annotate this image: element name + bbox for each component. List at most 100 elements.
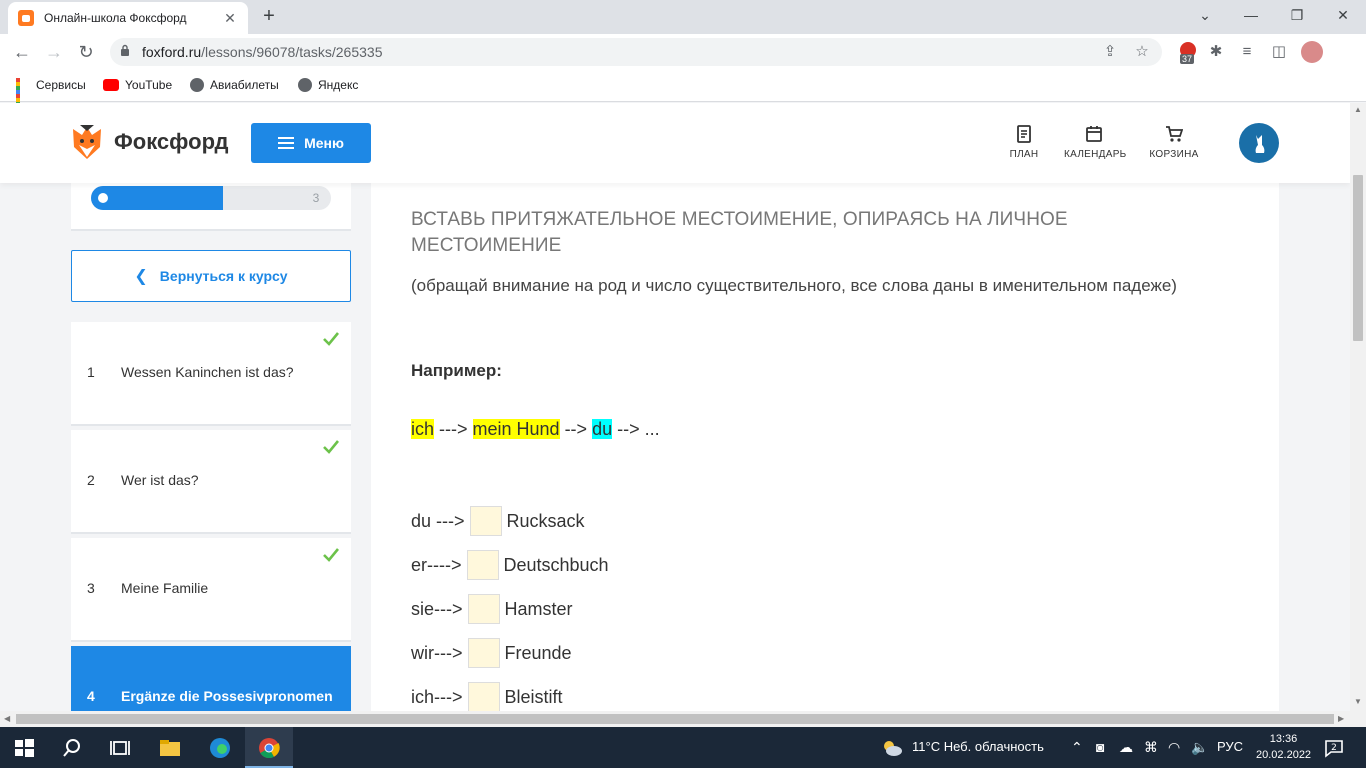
horizontal-scrollbar[interactable]: ◀ ▶ [0,711,1366,727]
scroll-up-arrow-icon[interactable]: ▲ [1354,105,1362,114]
chrome-icon[interactable] [257,736,281,760]
webcam-icon[interactable]: ◙ [1096,739,1104,755]
bookmark-star-icon[interactable]: ☆ [1132,42,1152,62]
lesson-title: Meine Familie [121,580,209,596]
windows-taskbar: 11°C Неб. облачность ⌃ ◙ ☁ ⌘ ◠ 🔈 РУС 13:… [0,727,1366,768]
answer-input[interactable] [469,506,502,536]
close-window-button[interactable]: ✕ [1320,0,1366,32]
forward-arrow-icon[interactable]: → [42,40,66,64]
site-header: Фоксфорд Меню ПЛАН КАЛЕНДАРЬ КОРЗИНА [0,103,1350,183]
page-viewport: Фоксфорд Меню ПЛАН КАЛЕНДАРЬ КОРЗИНА 3 ❮… [0,103,1350,711]
volume-icon[interactable]: 🔈 [1191,739,1208,756]
tray-expand-icon[interactable]: ⌃ [1071,739,1083,756]
search-icon[interactable] [60,736,84,760]
example-label: Например: [411,361,502,380]
clock[interactable]: 13:36 20.02.2022 [1256,731,1311,763]
task-content: ВСТАВЬ ПРИТЯЖАТЕЛЬНОЕ МЕСТОИМЕНИЕ, ОПИРА… [371,183,1279,711]
weather-cloud-icon[interactable] [880,736,904,760]
side-panel-icon[interactable]: ◫ [1268,40,1290,64]
lesson-item-3[interactable]: 3 Meine Familie [71,538,351,642]
language-indicator[interactable]: РУС [1217,739,1243,754]
lesson-title: Ergänze die Possesivpronomen [121,688,333,704]
extensions-puzzle-icon[interactable]: ✱ [1205,40,1227,64]
vertical-scrollbar-thumb[interactable] [1353,175,1363,341]
progress-bar: 3 [91,186,331,210]
back-arrow-icon[interactable]: ← [10,40,34,64]
browser-toolbar: ← → ↻ foxford.ru/lessons/96078/tasks/265… [0,34,1366,70]
extension-count-badge: 37 [1180,54,1195,64]
progress-start-dot [98,193,108,203]
lesson-number: 2 [87,472,95,488]
site-logo-text[interactable]: Фоксфорд [114,129,228,155]
noun-text: Freunde [504,642,572,663]
lock-icon [121,44,129,56]
noun-text: Hamster [504,598,573,619]
exercise-row: du ---> Rucksack [411,505,585,537]
tab-strip: Онлайн-школа Фоксфорд ✕ + ⌄ — ❐ ✕ [0,0,1366,34]
profile-avatar[interactable] [1301,41,1323,63]
progress-bar-fill [91,186,223,210]
progress-total: 3 [312,191,320,205]
globe-icon [298,78,312,92]
exercise-row: ich---> Bleistift [411,681,563,711]
chevron-left-icon: ❮ [134,268,148,285]
windows-start-icon[interactable] [12,736,36,760]
network-status-icon[interactable]: ⌘ [1144,739,1158,756]
minimize-button[interactable]: — [1228,0,1274,32]
lesson-item-4[interactable]: 4 Ergänze die Possesivpronomen [71,646,351,711]
file-explorer-icon[interactable] [158,736,182,760]
check-icon [323,332,339,346]
wifi-icon[interactable]: ◠ [1168,739,1180,756]
exercise-row: er----> Deutschbuch [411,549,609,581]
check-icon [323,548,339,562]
reload-icon[interactable]: ↻ [74,40,98,64]
scroll-left-arrow-icon[interactable]: ◀ [4,714,10,723]
weather-text[interactable]: 11°C Неб. облачность [912,739,1044,754]
bookmark-youtube[interactable]: YouTube [103,78,172,92]
answer-input[interactable] [467,594,500,624]
horizontal-scrollbar-thumb[interactable] [16,714,1334,724]
cart-icon [1166,126,1183,142]
calendar-icon [1086,126,1102,142]
youtube-icon [103,79,119,91]
fox-logo-icon[interactable] [70,123,104,161]
bookmark-services[interactable]: Сервисы [16,78,86,114]
onedrive-cloud-icon[interactable]: ☁ [1119,739,1133,756]
share-icon[interactable]: ⇪ [1100,42,1120,62]
tab-search-chevron-icon[interactable]: ⌄ [1182,0,1228,32]
pronoun-text: wir---> [411,642,463,663]
nav-plan[interactable]: ПЛАН [1006,125,1042,160]
menu-button[interactable]: Меню [251,123,371,163]
nav-calendar[interactable]: КАЛЕНДАРЬ [1064,125,1126,160]
nav-cart[interactable]: КОРЗИНА [1148,125,1200,160]
notifications-icon[interactable]: 2 [1322,736,1346,760]
bookmark-aviatickets[interactable]: Авиабилеты [190,78,279,92]
edge-browser-icon[interactable] [208,736,232,760]
tab-close-icon[interactable]: ✕ [222,10,238,27]
noun-text: Rucksack [506,510,585,531]
answer-input[interactable] [467,682,500,711]
browser-tab[interactable]: Онлайн-школа Фоксфорд ✕ [8,2,248,34]
exercise-row: wir---> Freunde [411,637,572,669]
media-queue-icon[interactable]: ≡ [1236,40,1258,64]
lesson-item-1[interactable]: 1 Wessen Kaninchen ist das? [71,322,351,426]
maximize-button[interactable]: ❐ [1274,0,1320,32]
scroll-right-arrow-icon[interactable]: ▶ [1338,714,1344,723]
lesson-item-2[interactable]: 2 Wer ist das? [71,430,351,534]
lesson-title: Wessen Kaninchen ist das? [121,364,294,380]
answer-input[interactable] [467,638,500,668]
back-to-course-button[interactable]: ❮ Вернуться к курсу [71,250,351,302]
address-bar[interactable]: foxford.ru/lessons/96078/tasks/265335 ⇪ … [110,38,1162,66]
user-avatar[interactable] [1239,123,1279,163]
task-view-icon[interactable] [108,736,132,760]
answer-input[interactable] [466,550,499,580]
bookmarks-bar: Сервисы YouTube Авиабилеты Яндекс [0,70,1366,114]
lesson-title: Wer ist das? [121,472,199,488]
new-tab-button[interactable]: + [258,6,280,26]
check-icon [323,440,339,454]
vertical-scrollbar[interactable]: ▲ ▼ [1350,103,1366,711]
task-title: ВСТАВЬ ПРИТЯЖАТЕЛЬНОЕ МЕСТОИМЕНИЕ, ОПИРА… [411,209,1068,256]
scroll-down-arrow-icon[interactable]: ▼ [1354,697,1362,706]
bookmark-yandex[interactable]: Яндекс [298,78,358,92]
cat-avatar-icon [1255,135,1265,153]
